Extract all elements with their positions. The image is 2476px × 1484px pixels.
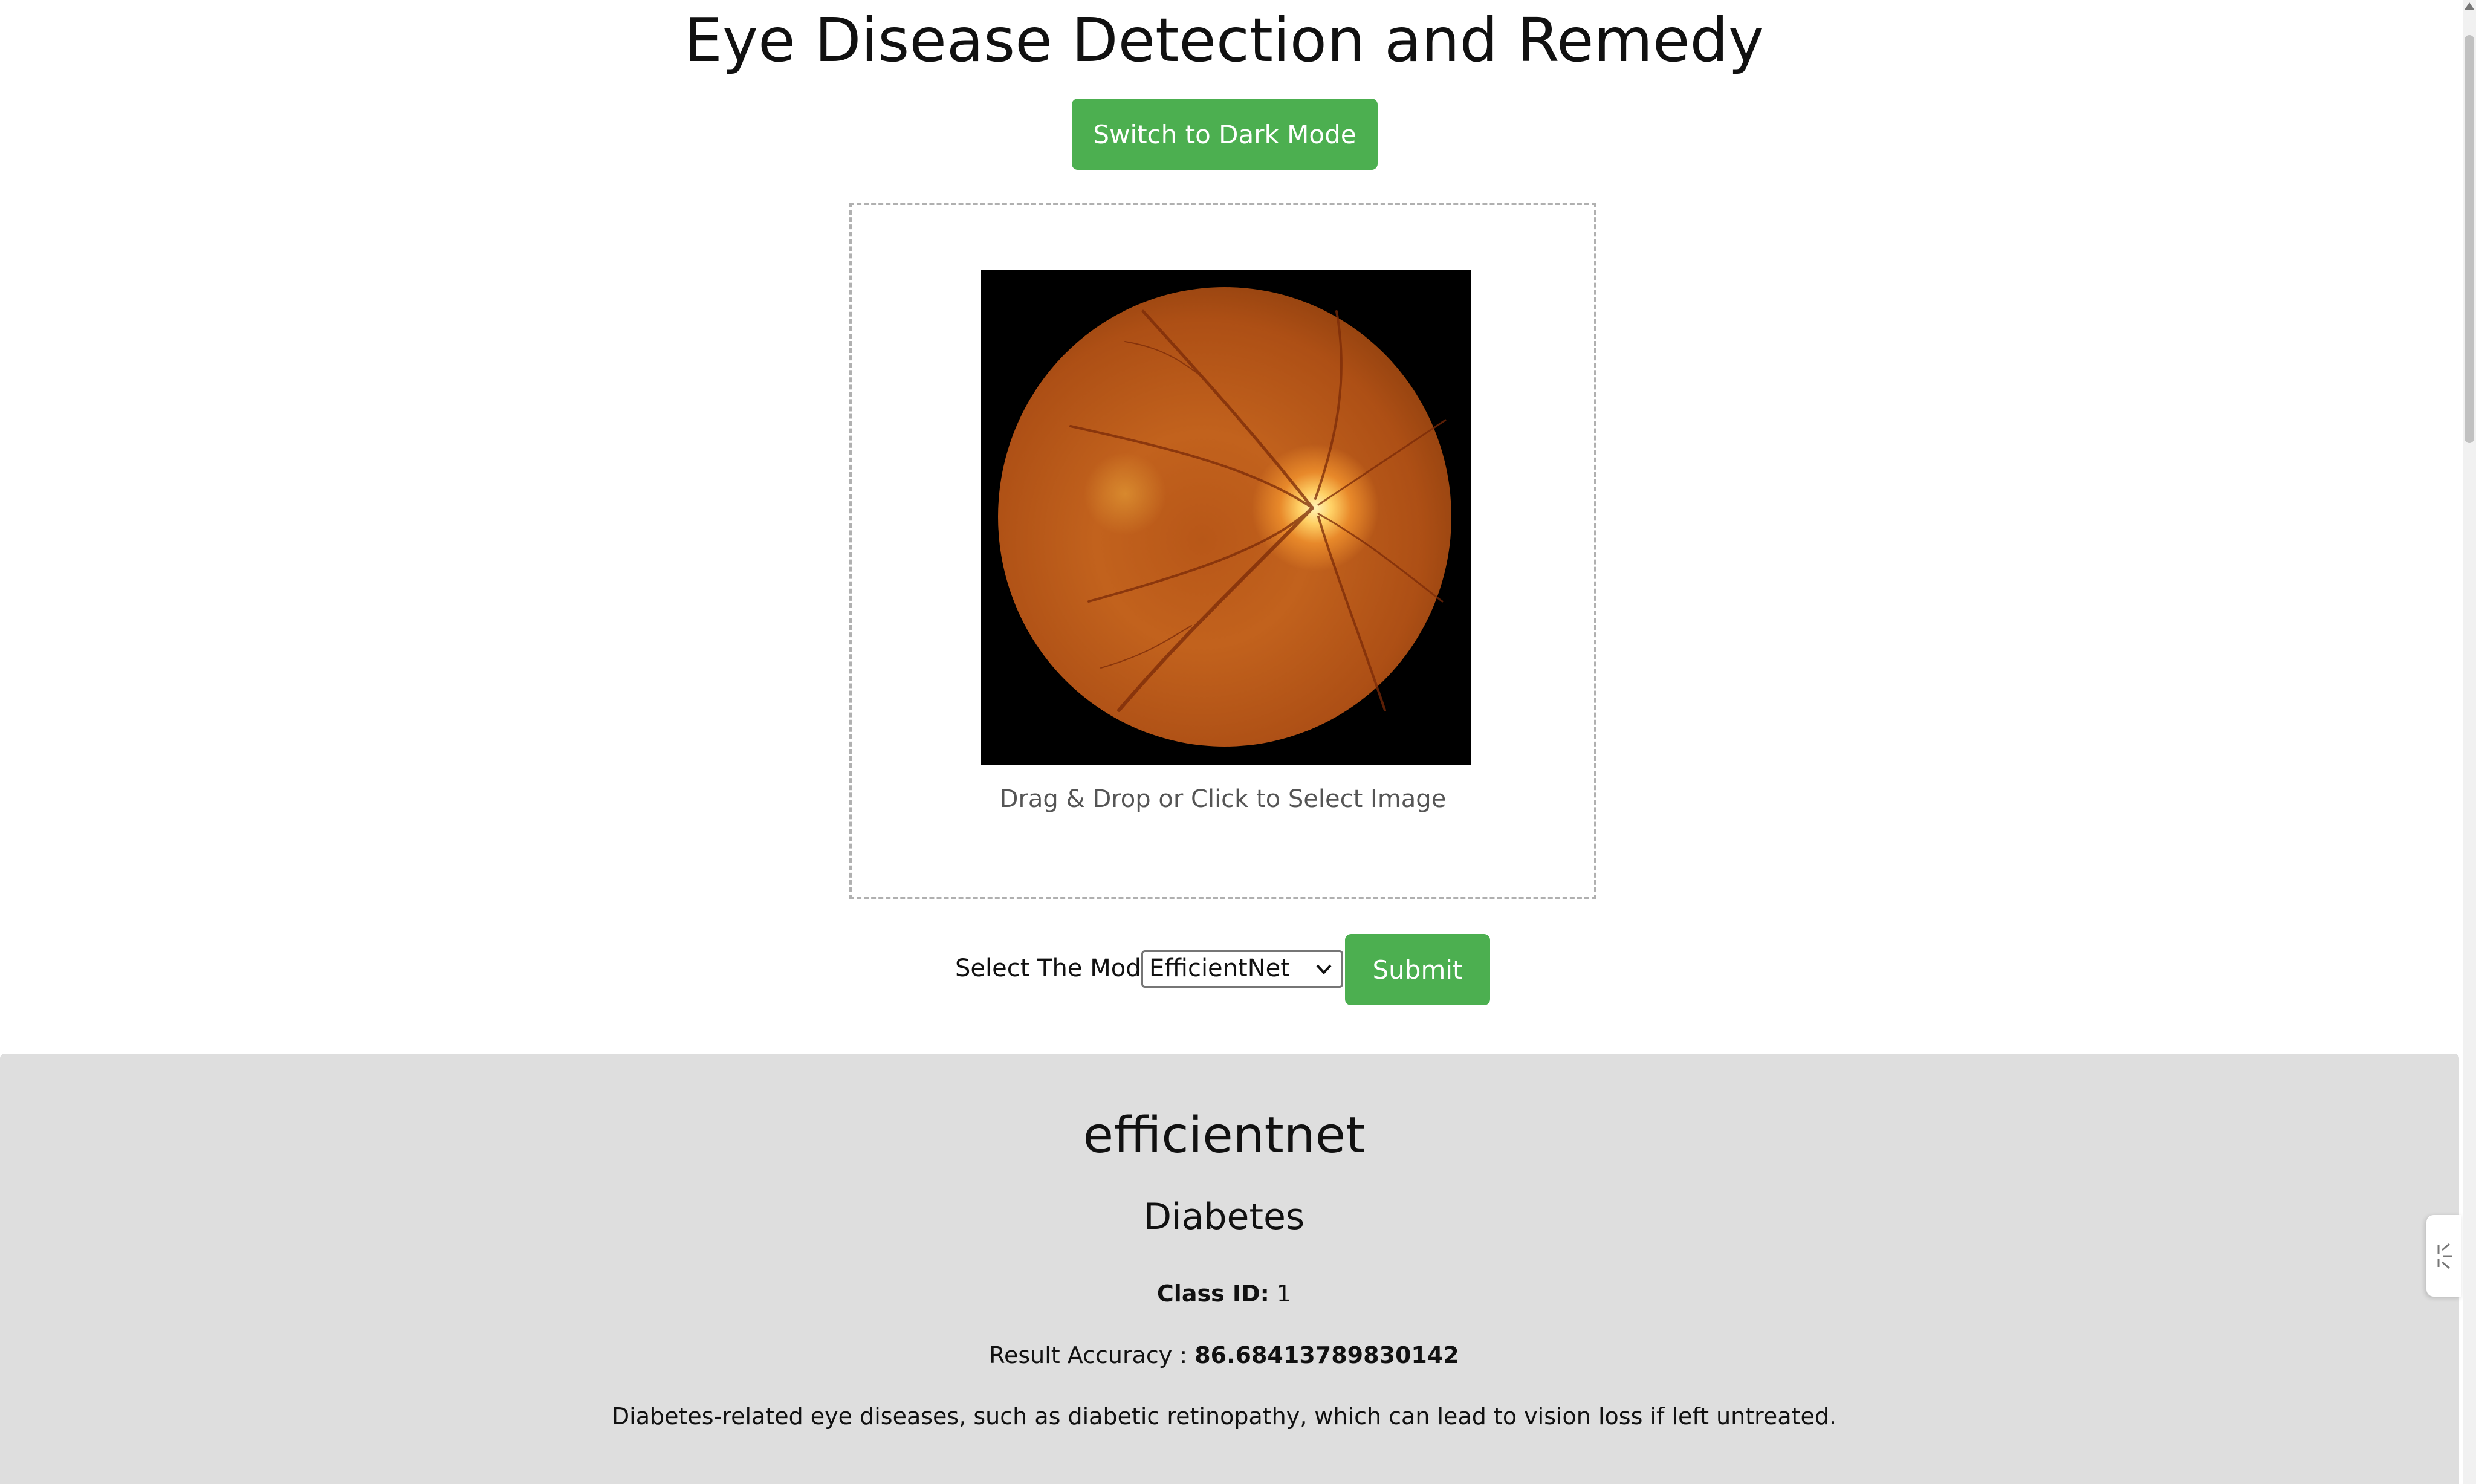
model-label: Select The Model — [955, 954, 1163, 982]
dark-mode-button[interactable]: Switch to Dark Mode — [1072, 99, 1378, 170]
image-dropzone[interactable]: Drag & Drop or Click to Select Image — [849, 203, 1596, 899]
dropzone-hint-text: Drag & Drop or Click to Select Image — [999, 785, 1447, 813]
result-model-name: efficientnet — [1083, 1107, 1366, 1164]
class-id-label: Class ID: — [1156, 1280, 1269, 1307]
result-disease: Diabetes — [1143, 1196, 1305, 1238]
model-select-value: EfficientNet — [1149, 954, 1290, 982]
scrollbar[interactable] — [2463, 0, 2476, 1484]
result-description: Diabetes-related eye diseases, such as d… — [611, 1403, 1837, 1430]
scroll-thumb[interactable] — [2465, 35, 2474, 443]
model-selection-row: Select The Model EfficientNet Submit — [0, 934, 2461, 1005]
accuracy-label: Result Accuracy : — [989, 1342, 1188, 1369]
model-select[interactable]: EfficientNet — [1141, 950, 1343, 988]
scroll-up-icon[interactable] — [2465, 2, 2474, 10]
page-title: Eye Disease Detection and Remedy — [684, 5, 1765, 76]
accuracy-value: 86.68413789830142 — [1194, 1342, 1459, 1369]
result-class-id: Class ID: 1 — [0, 1280, 2448, 1307]
retina-vessels — [1069, 309, 1447, 712]
chevron-down-icon — [1316, 964, 1332, 974]
result-accuracy: Result Accuracy : 86.68413789830142 — [0, 1342, 2448, 1369]
preview-image — [981, 270, 1471, 765]
class-id-value: 1 — [1276, 1280, 1292, 1307]
side-tab-button[interactable] — [2426, 1215, 2461, 1297]
submit-button[interactable]: Submit — [1345, 934, 1490, 1005]
collapse-icon — [2437, 1243, 2452, 1269]
retina-fundus — [998, 287, 1451, 747]
page: Eye Disease Detection and Remedy Switch … — [0, 0, 2461, 1484]
result-panel: efficientnet Diabetes Class ID: 1 Result… — [0, 1054, 2459, 1484]
